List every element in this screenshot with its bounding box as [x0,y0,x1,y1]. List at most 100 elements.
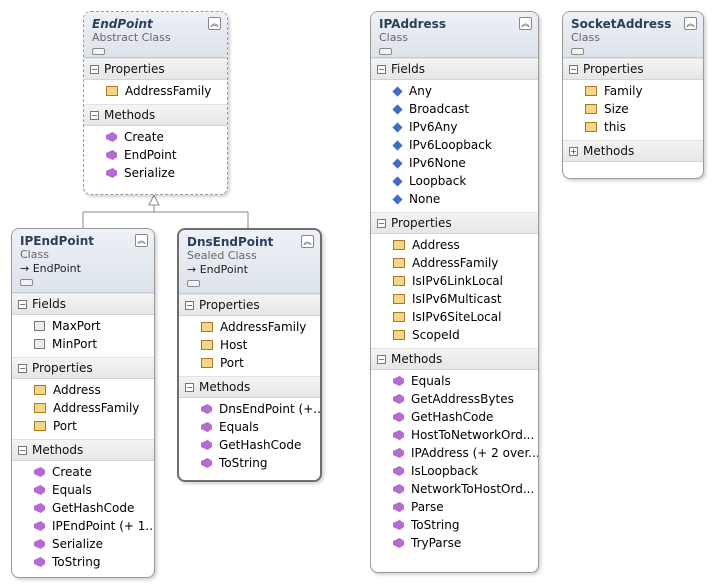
list-item[interactable]: Family [563,82,703,100]
section-fields[interactable]: − Fields [12,293,154,315]
section-fields[interactable]: − Fields [371,58,538,80]
section-properties[interactable]: − Properties [371,212,538,234]
list-item[interactable]: MinPort [12,335,154,353]
shape-header[interactable]: EndPoint Abstract Class ︽ [84,12,227,58]
minus-box-icon[interactable]: − [185,301,194,310]
list-item[interactable]: IsIPv6SiteLocal [371,308,538,326]
list-item[interactable]: Create [12,463,154,481]
list-item[interactable]: EndPoint [84,146,227,164]
list-item[interactable]: ToString [12,553,154,571]
class-shape-ipendpoint[interactable]: IPEndPoint Class → EndPoint ︽ − Fields Ma… [11,228,155,578]
list-item[interactable]: GetAddressBytes [371,390,538,408]
list-item[interactable]: Size [563,100,703,118]
list-item[interactable]: DnsEndPoint (+... [179,400,320,418]
section-properties[interactable]: − Properties [563,58,703,80]
field-icon [392,158,403,169]
list-item[interactable]: Host [179,336,320,354]
list-item[interactable]: AddressFamily [84,82,227,100]
list-item[interactable]: IPv6Any [371,118,538,136]
minus-box-icon[interactable]: − [18,446,27,455]
list-item[interactable]: Equals [371,372,538,390]
list-item[interactable]: Serialize [12,535,154,553]
list-item[interactable]: IsIPv6LinkLocal [371,272,538,290]
list-item[interactable]: GetHashCode [12,499,154,517]
list-item[interactable]: IsIPv6Multicast [371,290,538,308]
shape-header[interactable]: IPEndPoint Class → EndPoint ︽ [12,229,154,293]
list-item[interactable]: Port [12,417,154,435]
list-item[interactable]: AddressFamily [12,399,154,417]
list-item[interactable]: Broadcast [371,100,538,118]
list-item[interactable]: ToString [179,454,320,472]
list-item[interactable]: Loopback [371,172,538,190]
list-item[interactable]: None [371,190,538,208]
property-icon [201,322,213,332]
section-methods[interactable]: + Methods [563,140,703,162]
minus-box-icon[interactable]: − [377,355,386,364]
list-item[interactable]: Serialize [84,164,227,182]
list-item[interactable]: IPAddress (+ 2 over... [371,444,538,462]
section-properties[interactable]: − Properties [84,58,227,80]
section-methods[interactable]: − Methods [179,376,320,398]
list-item[interactable]: Port [179,354,320,372]
double-chevron-up-icon[interactable]: ︽ [208,17,221,30]
list-item[interactable]: this [563,118,703,136]
list-item[interactable]: HostToNetworkOrd... [371,426,538,444]
list-item[interactable]: IPv6None [371,154,538,172]
list-item[interactable]: Address [12,381,154,399]
list-item[interactable]: IsLoopback [371,462,538,480]
class-shape-dnsendpoint[interactable]: DnsEndPoint Sealed Class → EndPoint ︽ − P… [177,228,322,482]
member-name: ScopeId [412,328,460,342]
section-methods[interactable]: − Methods [12,439,154,461]
section-properties[interactable]: − Properties [179,294,320,316]
class-shape-socketaddress[interactable]: SocketAddress Class ︽ − Properties Family… [562,11,704,179]
double-chevron-up-icon[interactable]: ︽ [135,234,148,247]
minus-box-icon[interactable]: − [377,65,386,74]
list-item[interactable]: ToString [371,516,538,534]
list-item[interactable]: TryParse [371,534,538,552]
minus-box-icon[interactable]: − [569,65,578,74]
properties-list: Family Size this [563,80,703,140]
class-shape-ipaddress[interactable]: IPAddress Class ︽ − Fields Any Broadcast … [370,11,539,573]
shape-header[interactable]: SocketAddress Class ︽ [563,12,703,58]
class-stereotype: Sealed Class [187,249,257,262]
list-item[interactable]: IPEndPoint (+ 1... [12,517,154,535]
member-name: Create [124,130,164,144]
list-item[interactable]: GetHashCode [371,408,538,426]
list-item[interactable]: Address [371,236,538,254]
section-properties[interactable]: − Properties [12,357,154,379]
list-item[interactable]: ScopeId [371,326,538,344]
method-icon [201,422,212,432]
minus-box-icon[interactable]: − [185,383,194,392]
list-item[interactable]: AddressFamily [371,254,538,272]
section-methods[interactable]: − Methods [371,348,538,370]
list-item[interactable]: Parse [371,498,538,516]
plus-box-icon[interactable]: + [569,147,578,156]
list-item[interactable]: Create [84,128,227,146]
list-item[interactable]: AddressFamily [179,318,320,336]
minus-box-icon[interactable]: − [90,65,99,74]
shape-header[interactable]: IPAddress Class ︽ [371,12,538,58]
minus-box-icon[interactable]: − [18,364,27,373]
property-icon [393,258,405,268]
minus-box-icon[interactable]: − [18,300,27,309]
list-item[interactable]: MaxPort [12,317,154,335]
list-item[interactable]: GetHashCode [179,436,320,454]
list-item[interactable]: NetworkToHostOrd... [371,480,538,498]
minus-box-icon[interactable]: − [377,219,386,228]
minus-box-icon[interactable]: − [90,111,99,120]
base-class-link[interactable]: → EndPoint [187,263,312,277]
class-shape-endpoint[interactable]: EndPoint Abstract Class ︽ − Properties Ad… [83,11,228,195]
list-item[interactable]: IPv6Loopback [371,136,538,154]
section-methods[interactable]: − Methods [84,104,227,126]
double-chevron-up-icon[interactable]: ︽ [519,17,532,30]
member-name: Serialize [124,166,175,180]
method-icon [393,448,404,458]
double-chevron-up-icon[interactable]: ︽ [301,235,314,248]
list-item[interactable]: Equals [179,418,320,436]
double-chevron-up-icon[interactable]: ︽ [684,17,697,30]
list-item[interactable]: Equals [12,481,154,499]
base-class-link[interactable]: → EndPoint [20,262,146,276]
shape-header[interactable]: DnsEndPoint Sealed Class → EndPoint ︽ [179,230,320,294]
member-name: NetworkToHostOrd... [411,482,535,496]
list-item[interactable]: Any [371,82,538,100]
